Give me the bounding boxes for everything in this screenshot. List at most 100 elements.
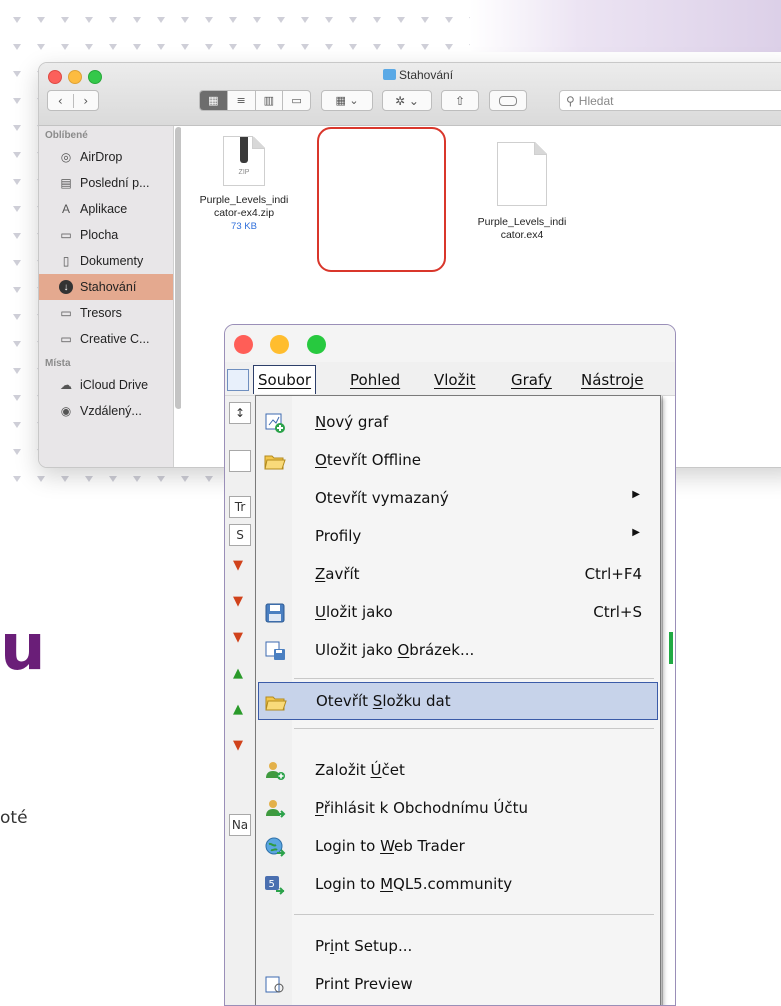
column-view-button[interactable]: ▥ <box>254 91 283 110</box>
terminal-tab-label[interactable]: Tr <box>229 496 251 518</box>
sidebar-item-recents[interactable]: ▤ Poslední p... <box>39 170 173 196</box>
menu-separator <box>294 914 654 915</box>
sidebar-item-label: Stahování <box>80 280 137 294</box>
search-field[interactable]: ⚲ Hledat <box>559 90 781 111</box>
sidebar-item-label: Vzdálený... <box>80 404 142 418</box>
tag-button[interactable] <box>489 90 527 111</box>
downloads-folder-icon <box>383 69 396 80</box>
shortcut-label: Ctrl+S <box>593 603 642 621</box>
desktop-icon: ▭ <box>60 228 72 242</box>
chart-window-icon[interactable] <box>227 369 249 391</box>
forward-button[interactable]: › <box>72 93 99 108</box>
file-name-line2: cator.ex4 <box>500 229 544 241</box>
search-icon: ⚲ <box>566 93 575 108</box>
close-button[interactable] <box>234 335 253 354</box>
sidebar-item-desktop[interactable]: ▭ Plocha <box>39 222 173 248</box>
menu-separator <box>294 678 654 679</box>
menu-item-label: Otevřít Složku dat <box>316 692 451 710</box>
background-text: oté <box>0 808 28 828</box>
sidebar-item-icloud-drive[interactable]: ☁ iCloud Drive <box>39 372 173 398</box>
menubar: Soubor Pohled Vložit Grafy Nástroje <box>225 365 675 396</box>
sidebar-item-documents[interactable]: ▯ Dokumenty <box>39 248 173 274</box>
sidebar-item-downloads[interactable]: ↓ Stahování <box>39 274 173 300</box>
back-forward-buttons: ‹ › <box>47 90 99 111</box>
sidebar-item-label: iCloud Drive <box>80 378 149 392</box>
sidebar-item-label: Creative C... <box>80 332 150 346</box>
menu-item-new-chart[interactable]: Nový graf <box>258 404 658 442</box>
menu-item-label: Uložit jako Obrázek... <box>315 641 475 659</box>
share-button[interactable]: ⇧ <box>441 90 479 111</box>
sidebar-item-applications[interactable]: A Aplikace <box>39 196 173 222</box>
menu-pohled[interactable]: Pohled <box>350 371 400 389</box>
mt4-titlebar <box>225 325 675 362</box>
menu-item-open-deleted[interactable]: Otevřít vymazaný ▶ <box>258 480 658 518</box>
menu-item-label: Zavřít <box>315 565 360 583</box>
menu-item-profiles[interactable]: Profily ▶ <box>258 518 658 556</box>
menu-item-close[interactable]: Zavřít Ctrl+F4 <box>258 556 658 594</box>
list-view-button[interactable]: ≡ <box>226 91 255 110</box>
sell-arrow-icon: ▼ <box>233 738 243 753</box>
menu-item-login-mql5[interactable]: 5 Login to MQL5.community <box>258 866 658 904</box>
cloud-icon: ☁ <box>60 378 72 392</box>
menu-item-login-trading-account[interactable]: Přihlásit k Obchodnímu Účtu <box>258 790 658 828</box>
menu-item-label: Print Preview <box>315 975 413 993</box>
sidebar-item-label: Plocha <box>80 228 119 242</box>
web-trader-icon <box>265 837 286 857</box>
menu-grafy[interactable]: Grafy <box>511 371 552 389</box>
toolbar-button[interactable] <box>229 450 251 472</box>
gallery-view-button[interactable]: ▭ <box>282 91 310 110</box>
zoom-button[interactable] <box>88 70 102 84</box>
menu-item-label: Profily <box>315 527 362 545</box>
file-ex4[interactable]: Purple_Levels_indi cator.ex4 <box>463 142 581 242</box>
zoom-button[interactable] <box>307 335 326 354</box>
menu-item-label: Přihlásit k Obchodnímu Účtu <box>315 799 529 817</box>
menu-item-label: Otevřít Offline <box>315 451 421 469</box>
sidebar-item-airdrop[interactable]: ◎ AirDrop <box>39 144 173 170</box>
share-icon: ⇧ <box>454 93 466 108</box>
finder-titlebar: Stahování ‹ › ▦ ≡ ▥ ▭ ▦ ⌄ ✲ ⌄ ⇧ ⚲ Hledat <box>39 63 781 126</box>
save-picture-icon <box>265 641 285 660</box>
action-menu-button[interactable]: ✲ ⌄ <box>382 90 432 111</box>
minimize-button[interactable] <box>270 335 289 354</box>
menu-item-print-setup[interactable]: Print Setup... <box>258 928 658 966</box>
file-size: 73 KB <box>231 221 257 232</box>
tag-icon <box>499 95 517 106</box>
window-title: Stahování <box>383 68 453 82</box>
mt4-window: Soubor Pohled Vložit Grafy Nástroje ↕ Tr… <box>224 324 676 1006</box>
print-preview-icon <box>265 976 284 993</box>
file-zip[interactable]: ZIP Purple_Levels_indi cator-ex4.zip 73 … <box>189 136 299 233</box>
sidebar-item-tresors[interactable]: ▭ Tresors <box>39 300 173 326</box>
menu-item-login-web-trader[interactable]: Login to Web Trader <box>258 828 658 866</box>
navigator-tab-label[interactable]: Na <box>229 814 251 836</box>
sidebar-item-label: Tresors <box>80 306 122 320</box>
sidebar-item-remote-disc[interactable]: ◉ Vzdálený... <box>39 398 173 424</box>
menu-item-print-preview[interactable]: Print Preview <box>258 966 658 1004</box>
sell-arrow-icon: ▼ <box>233 630 243 645</box>
icon-view-button[interactable]: ▦ <box>200 91 227 110</box>
minimize-button[interactable] <box>68 70 82 84</box>
finder-sidebar: Oblíbené ◎ AirDrop ▤ Poslední p... A Aplika… <box>39 126 174 467</box>
close-button[interactable] <box>48 70 62 84</box>
documents-icon: ▯ <box>62 254 70 268</box>
menu-item-label: Print Setup... <box>315 937 413 955</box>
sidebar-item-creative-cloud[interactable]: ▭ Creative C... <box>39 326 173 352</box>
menu-separator <box>294 728 654 729</box>
gear-icon: ✲ <box>395 93 406 108</box>
file-name-line1: Purple_Levels_indi <box>199 194 289 206</box>
menu-item-create-account[interactable]: Založit Účet <box>258 752 658 790</box>
menu-item-open-offline[interactable]: Otevřít Offline <box>258 442 658 480</box>
sell-arrow-icon: ▼ <box>233 558 243 573</box>
menu-nastroje[interactable]: Nástroje <box>581 371 644 389</box>
left-panel: ↕ Tr S ▼ ▼ ▼ ▲ ▲ ▼ Na <box>225 396 255 1005</box>
arrange-button[interactable]: ▦ ⌄ <box>321 90 373 111</box>
search-placeholder: Hledat <box>578 93 614 108</box>
menu-item-label: Login to MQL5.community <box>315 875 513 893</box>
menu-soubor[interactable]: Soubor <box>253 365 317 394</box>
menu-item-save-as[interactable]: Uložit jako Ctrl+S <box>258 594 658 632</box>
menu-item-save-as-picture[interactable]: Uložit jako Obrázek... <box>258 632 658 670</box>
back-button[interactable]: ‹ <box>48 94 73 108</box>
menu-vlozit[interactable]: Vložit <box>434 371 476 389</box>
applications-icon: A <box>61 202 70 216</box>
toolbar-button[interactable]: ↕ <box>229 402 251 424</box>
menu-item-open-data-folder[interactable]: Otevřít Složku dat <box>258 682 658 720</box>
